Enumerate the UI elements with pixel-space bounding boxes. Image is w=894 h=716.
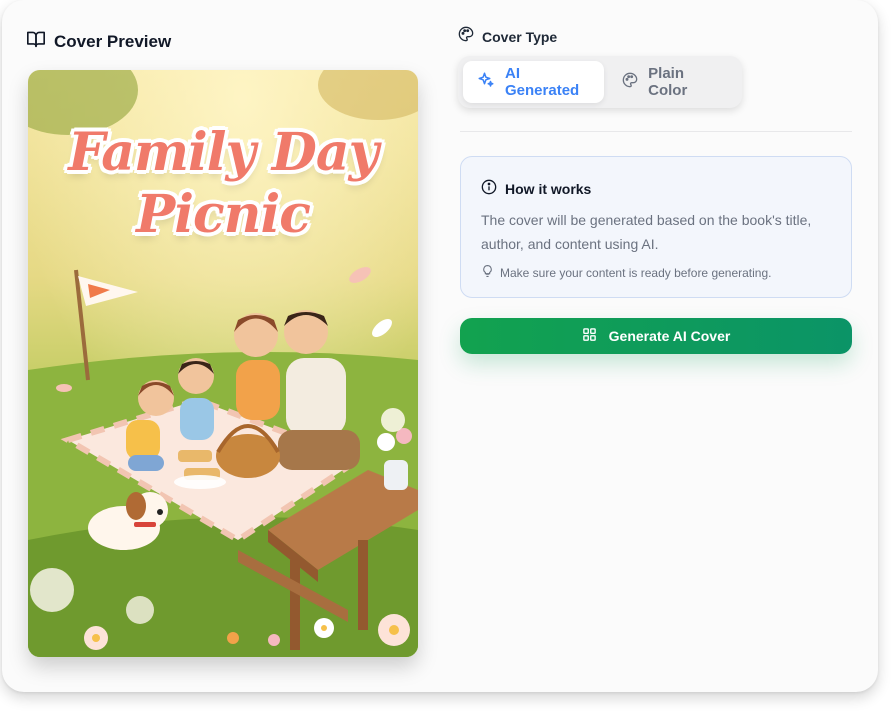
ai-generated-option[interactable]: AI Generated [463,61,605,103]
cover-type-label: Cover Type [482,28,558,45]
cover-title-text: Family Day Picnic [28,122,418,246]
generate-ai-cover-button[interactable]: Generate AI Cover [460,318,852,354]
lightbulb-icon [481,264,494,281]
how-it-works-tip: Make sure your content is ready before g… [481,264,831,281]
how-it-works-body: The cover will be generated based on the… [481,212,812,252]
cover-type-header: Cover Type [458,26,557,47]
how-it-works-title: How it works [505,180,592,197]
section-divider [460,131,852,132]
cover-title-line-2: Picnic [136,184,311,245]
cover-panel: Cover Preview Family Day Picnic Cover Ty… [2,0,878,692]
cover-title-line-1: Family Day [68,122,379,183]
plain-color-label: Plain Color [648,65,688,99]
info-icon [481,179,497,198]
plain-color-option[interactable]: Plain Color [608,61,737,103]
tip-text: Make sure your content is ready before g… [500,265,772,280]
generate-ai-cover-label: Generate AI Cover [608,328,731,344]
cover-image: Family Day Picnic [28,70,418,657]
ai-generated-label: AI Generated [505,65,580,99]
book-open-icon [26,30,46,53]
palette-icon [458,26,474,47]
how-it-works-box: How it works The cover will be generated… [460,156,852,298]
grid-icon [582,327,597,345]
cover-preview-title: Cover Preview [54,31,172,51]
palette-icon [622,72,638,92]
sparkles-icon [477,71,495,93]
cover-type-toggle: AI Generated Plain Color [458,56,742,108]
how-it-works-header: How it works [481,179,831,198]
cover-preview-header: Cover Preview [26,30,171,53]
